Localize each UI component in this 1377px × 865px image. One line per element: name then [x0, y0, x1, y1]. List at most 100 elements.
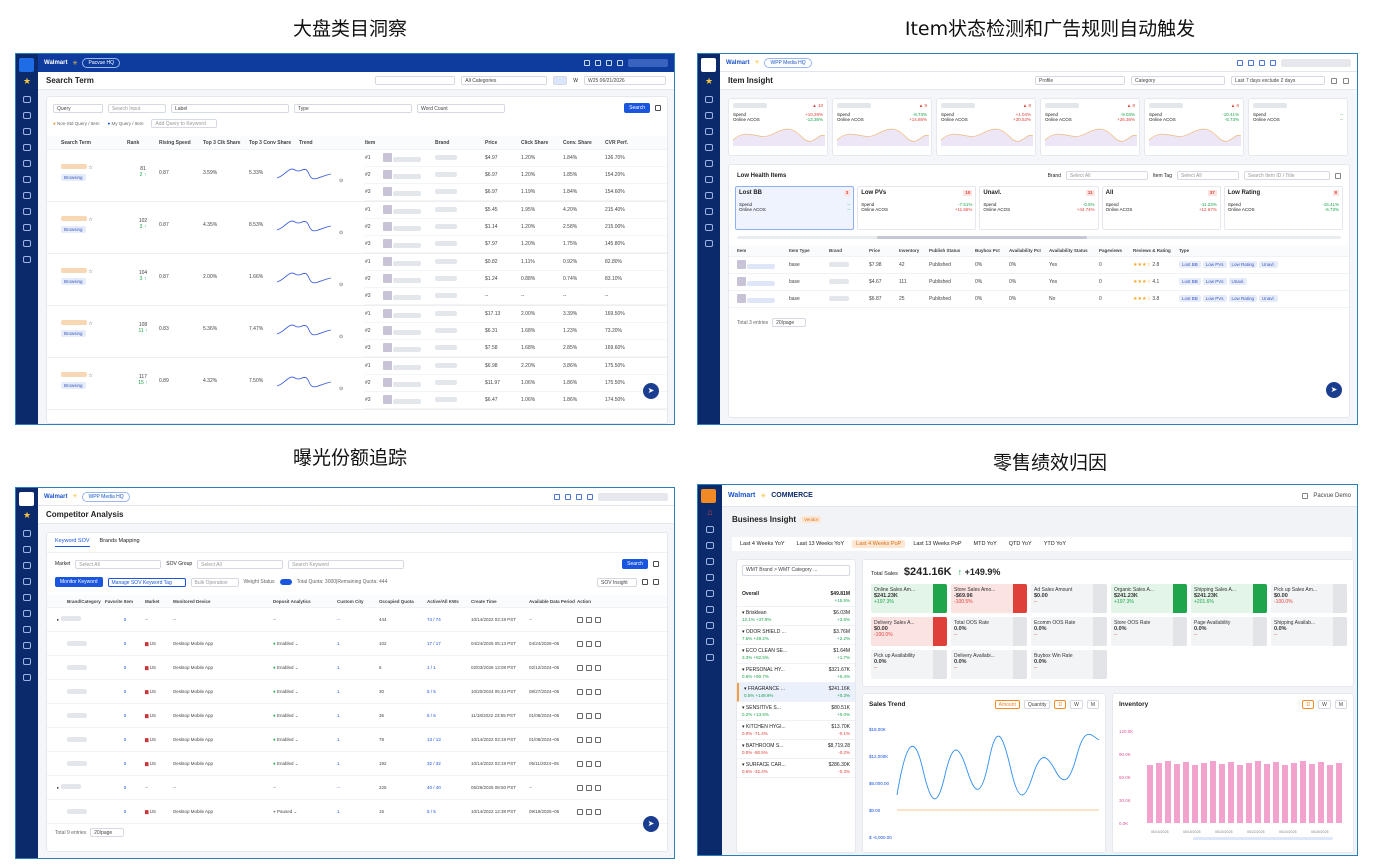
metric-cell[interactable]: Pick up Sales Am... $0.00 -100.0%	[1271, 584, 1347, 613]
search-button[interactable]: Search	[622, 559, 648, 569]
category-select[interactable]: All Categories	[461, 76, 548, 85]
group-name[interactable]	[67, 808, 87, 814]
item-thumbnail[interactable]	[383, 308, 392, 318]
search-term-text[interactable]	[61, 268, 87, 273]
item-thumbnail[interactable]	[383, 221, 392, 231]
add-icon[interactable]	[577, 688, 583, 695]
col-clk[interactable]: Top 3 Clk Share	[203, 140, 249, 146]
nav-icon[interactable]	[705, 144, 713, 151]
tenant-pill[interactable]: WPP Media HQ	[82, 491, 130, 502]
col-click-share[interactable]: Click Share	[521, 140, 563, 146]
col-conv-share[interactable]: Conv. Share	[563, 140, 605, 146]
market-select[interactable]: Select All	[75, 559, 162, 569]
expand-icon[interactable]: ⊙	[339, 178, 343, 184]
nav-icon[interactable]	[23, 240, 31, 247]
nav-icon[interactable]	[23, 642, 31, 649]
item-title[interactable]	[393, 398, 422, 404]
health-tab[interactable]: All 37 Spend -11.23% Online ACOS +12.67%	[1101, 186, 1221, 230]
share-icon[interactable]	[586, 688, 592, 695]
type-tag[interactable]: Lost BB	[1179, 261, 1201, 268]
settings-icon[interactable]	[1343, 77, 1349, 84]
profile-select[interactable]: Profile	[1035, 76, 1125, 85]
delete-icon[interactable]	[595, 616, 601, 623]
delete-icon[interactable]	[595, 736, 601, 743]
bell-icon[interactable]	[576, 493, 582, 500]
add-icon[interactable]	[577, 616, 583, 623]
type-tag[interactable]: Low PVs	[1202, 261, 1227, 268]
item-title[interactable]	[393, 173, 422, 179]
metric-card[interactable]: ▲ 10 Spend +10.28% Online ACOS -13.36%	[728, 98, 828, 156]
nav-icon[interactable]	[23, 144, 31, 151]
download-icon[interactable]	[653, 579, 659, 585]
add-icon[interactable]	[577, 760, 583, 767]
date-picker[interactable]: W25 06/21/2026	[584, 76, 666, 85]
item-thumbnail[interactable]	[383, 152, 392, 162]
tabs-scrollbar[interactable]	[737, 236, 1341, 239]
d-toggle[interactable]	[553, 76, 568, 85]
health-tab[interactable]: Lost BB 3 Spend -- Online ACOS --	[735, 186, 855, 230]
col-favorite[interactable]: Favorite Item	[105, 599, 145, 604]
period-tab[interactable]: YTD YoY	[1040, 540, 1070, 548]
tree-node[interactable]: ▾ KITCHEN HYGI... $13.70K 0.0% -71.4% -0.1…	[737, 721, 855, 740]
delete-icon[interactable]	[595, 664, 601, 671]
gran-day[interactable]: D	[1054, 700, 1067, 709]
col-price[interactable]: Price	[869, 248, 899, 253]
col-kws[interactable]: Active/All KWs	[427, 599, 471, 604]
date-range-select[interactable]: Last 7 days exclude 2 days	[1231, 76, 1325, 85]
delete-icon[interactable]	[595, 760, 601, 767]
item-thumbnail[interactable]	[383, 238, 392, 248]
nav-icon[interactable]	[23, 176, 31, 183]
item-title[interactable]	[393, 381, 422, 387]
metric-cell[interactable]: Shipping Availab... 0.0% --	[1271, 617, 1347, 646]
group-name[interactable]	[60, 616, 81, 621]
deposit-cell[interactable]: ● Enabled ⌄	[273, 641, 337, 647]
star-icon[interactable]: ☆	[88, 373, 92, 379]
type-tag[interactable]: Low PVs	[1202, 295, 1227, 302]
nav-icon[interactable]	[705, 176, 713, 183]
group-name[interactable]	[67, 664, 87, 670]
weight-toggle[interactable]	[279, 579, 292, 585]
metric-cell[interactable]: Delivery Availabi... 0.0% --	[951, 650, 1027, 679]
tree-node[interactable]: ▾ SURFACE CAR... $286.30K 0.6% -32.4% -0.3…	[737, 759, 855, 778]
favorite-count[interactable]: 0	[105, 761, 145, 766]
item-thumbnail[interactable]	[383, 325, 392, 335]
add-icon[interactable]	[577, 640, 583, 647]
col-cvr[interactable]: CVR Perf.	[605, 140, 645, 146]
search-input[interactable]: Search Input	[108, 103, 166, 113]
tree-node[interactable]: ▾ PERSONAL HY... $321.67K 0.6% +90.7% +0.4…	[737, 664, 855, 683]
item-title[interactable]	[393, 225, 422, 231]
tree-node[interactable]: Overall $49.81M +15.5%	[737, 588, 855, 607]
star-icon[interactable]: ★	[698, 76, 720, 87]
type-tag[interactable]: Low PVs	[1202, 278, 1227, 285]
tree-node[interactable]: ▾ SENSITIVE S... $80.51K 0.2% +13.6% +0.0%	[737, 702, 855, 721]
nav-icon[interactable]	[23, 530, 31, 537]
item-title[interactable]	[393, 277, 422, 283]
home-icon[interactable]: ⌂	[698, 507, 722, 517]
add-query-button[interactable]: Add Query to Keyword	[151, 119, 218, 128]
col-publish[interactable]: Publish Status	[929, 248, 975, 253]
nav-icon[interactable]	[706, 558, 714, 565]
metric-cell[interactable]: Organic Sales A... $241.23K +197.3%	[1111, 584, 1187, 613]
city-count[interactable]: --	[337, 785, 379, 790]
kw-count[interactable]: 1 / 1	[427, 665, 471, 670]
tab-quantity[interactable]: Quantity	[1023, 700, 1051, 709]
sov-insight-button[interactable]: SOV Insight	[597, 577, 637, 587]
scroll-thumb[interactable]	[877, 236, 1087, 239]
type-tag[interactable]: Unavl.	[1228, 278, 1248, 285]
add-icon[interactable]	[577, 664, 583, 671]
col-brand-category[interactable]: Brand/Category	[47, 599, 105, 604]
gran-month[interactable]: M	[1334, 700, 1347, 709]
add-icon[interactable]	[577, 808, 583, 815]
kw-count[interactable]: 5 / 5	[427, 689, 471, 694]
nav-icon[interactable]	[23, 128, 31, 135]
period-tab[interactable]: Last 4 Weeks YoY	[736, 540, 789, 548]
col-reviews[interactable]: Reviews & Rating	[1133, 248, 1179, 253]
tab-keyword-sov[interactable]: Keyword SOV	[55, 538, 90, 547]
item-thumbnail[interactable]	[737, 259, 746, 269]
item-thumbnail[interactable]	[383, 394, 392, 404]
range-slider[interactable]	[1193, 837, 1333, 840]
nav-icon[interactable]	[705, 96, 713, 103]
city-count[interactable]: 1	[337, 713, 379, 718]
download-icon[interactable]	[1335, 172, 1341, 179]
metric-cell[interactable]: Pick up Availability 0.0% --	[871, 650, 947, 679]
